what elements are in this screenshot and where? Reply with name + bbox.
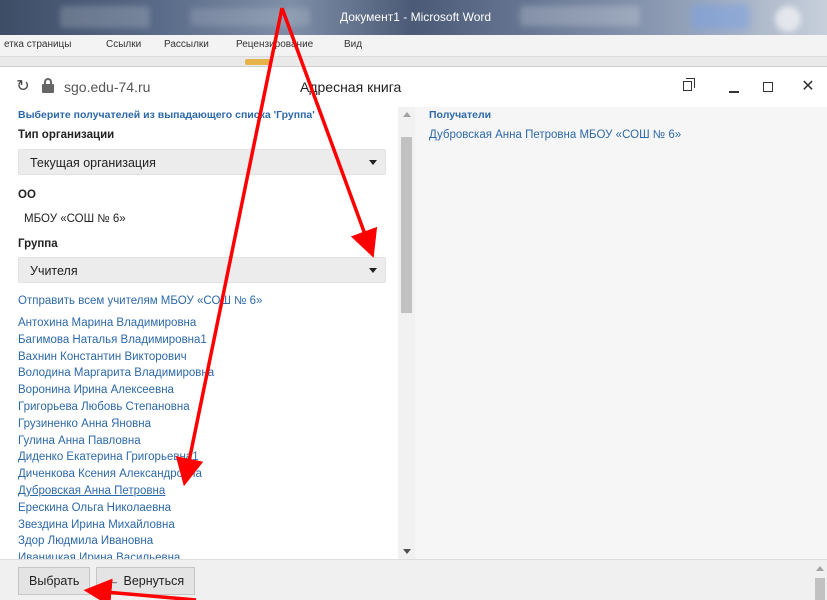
- person-link[interactable]: Антохина Марина Владимировна: [18, 315, 214, 332]
- person-link[interactable]: Дубровская Анна Петровна: [18, 483, 214, 500]
- org-type-label: Тип организации: [18, 129, 115, 141]
- maximize-icon[interactable]: [756, 75, 780, 99]
- scroll-down-icon[interactable]: [403, 549, 411, 554]
- window-titlebar: ↻ sgo.edu-74.ru Адресная книга ✕: [0, 67, 827, 107]
- page-scrollbar[interactable]: [813, 560, 827, 600]
- group-value: Учителя: [30, 264, 78, 278]
- back-button-label: Вернуться: [123, 574, 185, 588]
- arrow-left-icon: ←: [107, 574, 120, 588]
- word-tab-layout[interactable]: етка страницы: [4, 39, 71, 50]
- word-document-title: Документ1 - Microsoft Word: [340, 10, 492, 24]
- recipients-title: Получатели: [429, 109, 492, 121]
- person-link[interactable]: Диденко Екатерина Григорьевна1: [18, 449, 214, 466]
- org-type-select[interactable]: Текущая организация: [18, 149, 386, 175]
- lock-icon: [42, 77, 54, 95]
- person-link[interactable]: Иваницкая Ирина Васильевна: [18, 550, 214, 559]
- person-link[interactable]: Звездина Ирина Михайловна: [18, 517, 214, 534]
- chevron-down-icon: [369, 268, 377, 273]
- selection-pane: Выберите получателей из выпадающего спис…: [0, 107, 398, 559]
- close-icon[interactable]: ✕: [796, 75, 820, 99]
- word-ribbon: етка страницы Ссылки Рассылки Рецензиров…: [0, 35, 827, 57]
- person-link[interactable]: Грузиненко Анна Яновна: [18, 416, 214, 433]
- person-link[interactable]: Багимова Наталья Владимировна1: [18, 332, 214, 349]
- restore-window-icon[interactable]: [676, 75, 700, 99]
- send-all-link[interactable]: Отправить всем учителям МБОУ «СОШ № 6»: [18, 295, 262, 307]
- org-type-value: Текущая организация: [30, 156, 156, 170]
- scroll-thumb[interactable]: [401, 137, 412, 313]
- scroll-up-icon[interactable]: [403, 112, 411, 117]
- url-text: sgo.edu-74.ru: [64, 79, 151, 95]
- people-list: Антохина Марина Владимировна Багимова Нат…: [18, 315, 214, 559]
- chevron-down-icon: [369, 160, 377, 165]
- back-button[interactable]: ← Вернуться: [96, 567, 196, 595]
- word-tab-view[interactable]: Вид: [344, 39, 362, 50]
- reload-icon[interactable]: ↻: [14, 78, 32, 96]
- person-link[interactable]: Воронина Ирина Алексеевна: [18, 382, 214, 399]
- recipient-item[interactable]: Дубровская Анна Петровна МБОУ «СОШ № 6»: [429, 129, 681, 141]
- group-select[interactable]: Учителя: [18, 257, 386, 283]
- minimize-icon[interactable]: [722, 75, 746, 99]
- word-tab-review[interactable]: Рецензирование: [236, 39, 313, 50]
- oo-value: МБОУ «СОШ № 6»: [24, 213, 126, 225]
- select-button[interactable]: Выбрать: [18, 567, 91, 595]
- recipients-pane: Получатели Дубровская Анна Петровна МБОУ…: [415, 107, 827, 559]
- person-link[interactable]: Здор Людмила Ивановна: [18, 533, 214, 550]
- word-tab-references[interactable]: Ссылки: [106, 39, 141, 50]
- oo-label: ОО: [18, 189, 36, 201]
- bottom-toolbar: Выбрать ← Вернуться: [0, 559, 827, 600]
- word-tab-mailings[interactable]: Рассылки: [164, 39, 209, 50]
- person-link[interactable]: Григорьева Любовь Степановна: [18, 399, 214, 416]
- group-label: Группа: [18, 238, 58, 250]
- person-link[interactable]: Вахнин Константин Викторович: [18, 349, 214, 366]
- scrollbar[interactable]: [398, 107, 415, 559]
- instruction-text: Выберите получателей из выпадающего спис…: [18, 109, 315, 121]
- person-link[interactable]: Володина Маргарита Владимировна: [18, 365, 214, 382]
- person-link[interactable]: Диченкова Ксения Александровна: [18, 466, 214, 483]
- word-titlebar: Документ1 - Microsoft Word: [0, 0, 827, 35]
- address-book-window: ↻ sgo.edu-74.ru Адресная книга ✕ Выберит…: [0, 66, 827, 600]
- person-link[interactable]: Ерескина Ольга Николаевна: [18, 500, 214, 517]
- person-link[interactable]: Гулина Анна Павловна: [18, 433, 214, 450]
- window-title: Адресная книга: [300, 79, 402, 95]
